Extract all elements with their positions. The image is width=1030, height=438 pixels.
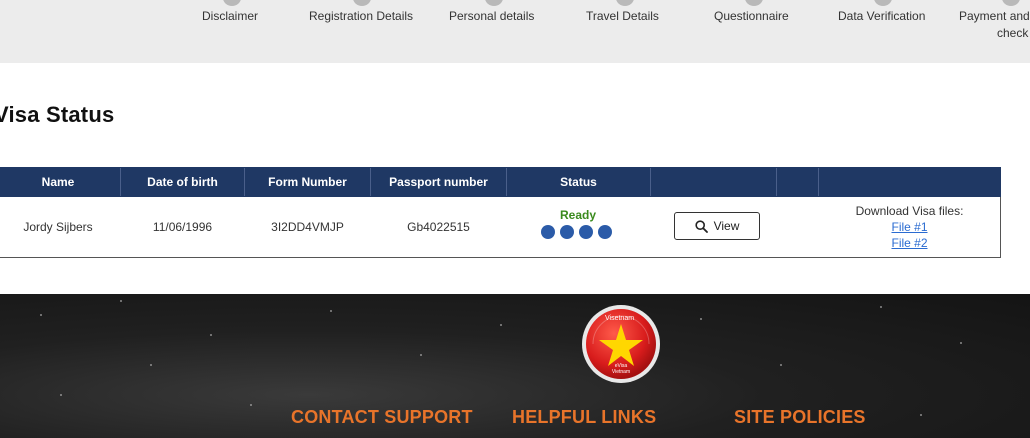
step-indicator-icon (353, 0, 371, 6)
download-visa-files: Download Visa files: File #1 File #2 (819, 203, 1000, 251)
step-indicator-icon (745, 0, 763, 6)
step-indicator-icon (485, 0, 503, 6)
step-label-line1: Payment and (959, 9, 1030, 23)
cell-status: Ready (507, 197, 650, 257)
column-header-form-number: Form Number (245, 168, 371, 196)
progress-dot (598, 225, 612, 239)
search-icon (694, 219, 708, 233)
step-indicator-icon (1002, 0, 1020, 6)
file-2-link[interactable]: File #2 (819, 235, 1000, 251)
step-label: Registration Details (309, 9, 414, 23)
step-indicator-icon (223, 0, 241, 6)
cell-dob: 11/06/1996 (152, 220, 213, 234)
table-row: Jordy Sijbers 11/06/1996 3I2DD4VMJP Gb40… (0, 197, 1001, 258)
footer-heading-helpful-links: HELPFUL LINKS (512, 407, 657, 427)
cell-passport: Gb4022515 (407, 220, 470, 234)
status-progress-dots (541, 225, 612, 239)
step-label: Data Verification (838, 9, 926, 23)
column-header-name: Name (0, 168, 121, 196)
file-1-link[interactable]: File #1 (819, 219, 1000, 235)
progress-dot (541, 225, 555, 239)
progress-dot (579, 225, 593, 239)
status-text: Ready (559, 208, 597, 222)
view-button[interactable]: View (674, 212, 760, 240)
page-title: Visa Status (0, 102, 115, 127)
column-header-blank-3 (819, 168, 1000, 196)
step-label-line2: check (997, 26, 1029, 40)
step-indicator-icon (874, 0, 892, 6)
column-header-blank-2 (777, 168, 819, 196)
footer-heading-contact-support: CONTACT SUPPORT (291, 407, 473, 427)
progress-steps: Disclaimer Registration Details Personal… (0, 0, 1030, 63)
step-label: Disclaimer (202, 9, 259, 23)
progress-dot (560, 225, 574, 239)
step-label: Travel Details (586, 9, 659, 23)
site-footer: Visetnam eVisa Vietnam CONTACT SUPPORT H… (0, 294, 1030, 438)
column-header-passport: Passport number (371, 168, 507, 196)
step-label: Questionnaire (714, 9, 789, 23)
download-label: Download Visa files: (855, 204, 964, 218)
logo-top-text: Visetnam (605, 315, 635, 322)
step-label: Personal details (449, 9, 535, 23)
column-header-status: Status (507, 168, 651, 196)
evisa-vietnam-logo[interactable]: Visetnam eVisa Vietnam (581, 304, 661, 384)
view-button-label: View (713, 219, 740, 233)
step-indicator-icon (616, 0, 634, 6)
cell-form-number: 3I2DD4VMJP (271, 220, 344, 234)
column-header-dob: Date of birth (121, 168, 245, 196)
cell-name: Jordy Sijbers (23, 220, 93, 234)
logo-bottom-text: eVisa Vietnam (611, 363, 631, 375)
column-header-blank-1 (651, 168, 777, 196)
visa-status-table: Name Date of birth Form Number Passport … (0, 167, 1001, 258)
footer-heading-site-policies: SITE POLICIES (734, 407, 866, 427)
table-header: Name Date of birth Form Number Passport … (0, 167, 1001, 197)
